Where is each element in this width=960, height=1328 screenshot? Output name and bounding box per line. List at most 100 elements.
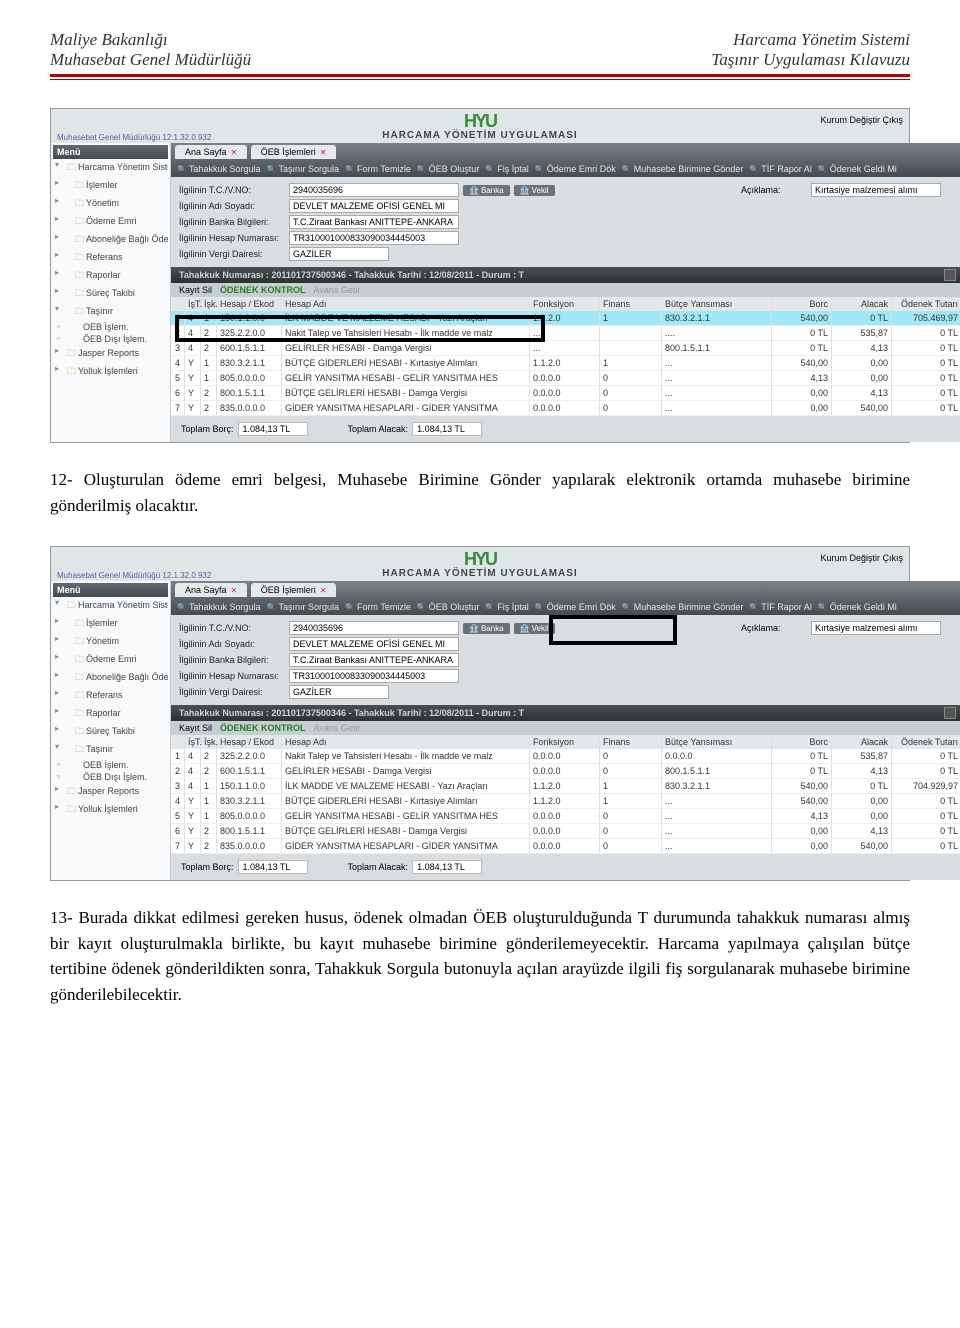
tree-item[interactable]: İşlemler (53, 177, 168, 195)
table-row[interactable]: 142325.2.2.0.0Nakit Talep ve Tahsisleri … (171, 749, 960, 764)
column-header (171, 735, 185, 749)
tree-item[interactable]: Jasper Reports (53, 783, 168, 801)
tab-home[interactable]: Ana Sayfa✕ (175, 583, 247, 597)
table-row[interactable]: 6Y2800.1.5.1.1BÜTÇE GELİRLERİ HESABI - D… (171, 824, 960, 839)
vd-label: İlgilinin Vergi Dairesi: (179, 249, 289, 259)
toolbar-button[interactable]: Fiş İptal (485, 164, 528, 174)
tree-item[interactable]: Taşınır (53, 741, 168, 759)
toolbar-button[interactable]: Ödeme Emri Dök (535, 602, 616, 612)
column-header: Alacak (832, 735, 892, 749)
toolbar-button[interactable]: Muhasebe Birimine Gönder (622, 602, 744, 612)
tree-item[interactable]: Harcama Yönetim Sister (53, 597, 168, 615)
aciklama-input[interactable] (811, 621, 941, 635)
close-icon[interactable]: ✕ (231, 148, 238, 157)
table-row[interactable]: 5Y1805.0.0.0.0GELİR YANSITMA HESABI - GE… (171, 809, 960, 824)
tab-oeb[interactable]: ÖEB İşlemleri✕ (251, 583, 337, 597)
toolbar-button[interactable]: Ödeme Emri Dök (535, 164, 616, 174)
tc-input[interactable] (289, 621, 459, 635)
toolbar-button[interactable]: Muhasebe Birimine Gönder (622, 164, 744, 174)
tree-item[interactable]: Harcama Yönetim Sister (53, 159, 168, 177)
ad-input[interactable] (289, 199, 459, 213)
toolbar-button[interactable]: TİF Rapor Al (749, 602, 811, 612)
vekil-button[interactable]: Vekil (514, 623, 555, 634)
hn-input[interactable] (289, 231, 459, 245)
toolbar-button[interactable]: Form Temizle (345, 602, 411, 612)
collapse-icon[interactable] (944, 269, 956, 281)
tree-item[interactable]: Yönetim (53, 633, 168, 651)
odenek-kontrol-button[interactable]: ÖDENEK KONTROL (220, 285, 306, 295)
tree-item[interactable]: Süreç Takibi (53, 723, 168, 741)
table-row[interactable]: 141150.1.1.0.0İLK MADDE VE MALZEME HESAB… (171, 311, 960, 326)
tree-item[interactable]: İşlemler (53, 615, 168, 633)
tree-item[interactable]: Yolluk İşlemleri (53, 363, 168, 381)
tree-item[interactable]: Yönetim (53, 195, 168, 213)
avans-getir-button[interactable]: Avans Getir (314, 723, 361, 733)
odenek-kontrol-button[interactable]: ÖDENEK KONTROL (220, 723, 306, 733)
logout-button[interactable]: Çıkış (882, 553, 903, 563)
tree-item[interactable]: OEB İşlem. (53, 321, 168, 333)
change-institution-button[interactable]: Kurum Değiştir (820, 553, 880, 563)
tree-item[interactable]: Jasper Reports (53, 345, 168, 363)
table-row[interactable]: 4Y1830.3.2.1.1BÜTÇE GİDERLERİ HESABI - K… (171, 794, 960, 809)
tree-item[interactable]: Taşınır (53, 303, 168, 321)
table-row[interactable]: 341150.1.1.0.0İLK MADDE VE MALZEME HESAB… (171, 779, 960, 794)
avans-getir-button[interactable]: Avans Getir (314, 285, 361, 295)
toolbar-button[interactable]: Ödenek Geldi Mi (818, 602, 897, 612)
table-row[interactable]: 7Y2835.0.0.0.0GİDER YANSITMA HESAPLARI -… (171, 839, 960, 854)
vekil-button[interactable]: Vekil (514, 185, 555, 196)
vd-input[interactable] (289, 685, 389, 699)
column-header: Fonksiyon (530, 735, 600, 749)
vd-input[interactable] (289, 247, 389, 261)
hn-input[interactable] (289, 669, 459, 683)
toolbar-button[interactable]: Ödenek Geldi Mi (818, 164, 897, 174)
close-icon[interactable]: ✕ (231, 586, 238, 595)
tree-item[interactable]: Ödeme Emri (53, 651, 168, 669)
table-row[interactable]: 5Y1805.0.0.0.0GELİR YANSITMA HESABI - GE… (171, 371, 960, 386)
total-alacak-label: Toplam Alacak: (348, 424, 409, 434)
toolbar-button[interactable]: Tahakkuk Sorgula (177, 164, 261, 174)
change-institution-button[interactable]: Kurum Değiştir (820, 115, 880, 125)
ad-input[interactable] (289, 637, 459, 651)
table-row[interactable]: 6Y2800.1.5.1.1BÜTÇE GELİRLERİ HESABI - D… (171, 386, 960, 401)
tree-item[interactable]: Aboneliğe Bağlı Öder (53, 231, 168, 249)
toolbar-button[interactable]: Tahakkuk Sorgula (177, 602, 261, 612)
tree-item[interactable]: Ödeme Emri (53, 213, 168, 231)
toolbar-button[interactable]: TİF Rapor Al (749, 164, 811, 174)
table-row[interactable]: 7Y2835.0.0.0.0GİDER YANSITMA HESAPLARI -… (171, 401, 960, 416)
tree-item[interactable]: Yolluk İşlemleri (53, 801, 168, 819)
tab-row: Ana Sayfa✕ ÖEB İşlemleri✕ (171, 143, 960, 161)
banka-button[interactable]: Banka (463, 185, 510, 196)
tab-home[interactable]: Ana Sayfa✕ (175, 145, 247, 159)
logout-button[interactable]: Çıkış (882, 115, 903, 125)
toolbar-button[interactable]: ÖEB Oluştur (417, 602, 479, 612)
close-icon[interactable]: ✕ (320, 148, 327, 157)
toolbar-button[interactable]: Form Temizle (345, 164, 411, 174)
toolbar-button[interactable]: Fiş İptal (485, 602, 528, 612)
tc-input[interactable] (289, 183, 459, 197)
tree-item[interactable]: Referans (53, 249, 168, 267)
toolbar-button[interactable]: Taşınır Sorgula (267, 602, 340, 612)
aciklama-input[interactable] (811, 183, 941, 197)
table-row[interactable]: 242600.1.5.1.1GELİRLER HESABI - Damga Ve… (171, 764, 960, 779)
bb-input[interactable] (289, 653, 459, 667)
tree-item[interactable]: ÖEB Dışı İşlem. (53, 771, 168, 783)
bb-input[interactable] (289, 215, 459, 229)
toolbar-button[interactable]: Taşınır Sorgula (267, 164, 340, 174)
table-row[interactable]: 242325.2.2.0.0Nakit Talep ve Tahsisleri … (171, 326, 960, 341)
tree-item[interactable]: Raporlar (53, 705, 168, 723)
tree-item[interactable]: Aboneliğe Bağlı Öder (53, 669, 168, 687)
tree-item[interactable]: Referans (53, 687, 168, 705)
tree-item[interactable]: Raporlar (53, 267, 168, 285)
tree-item[interactable]: ÖEB Dışı İşlem. (53, 333, 168, 345)
table-row[interactable]: 342600.1.5.1.1GELİRLER HESABI - Damga Ve… (171, 341, 960, 356)
banka-button[interactable]: Banka (463, 623, 510, 634)
delete-record-button[interactable]: Kayıt Sil (179, 285, 212, 295)
tree-item[interactable]: OEB İşlem. (53, 759, 168, 771)
close-icon[interactable]: ✕ (320, 586, 327, 595)
collapse-icon[interactable] (944, 707, 956, 719)
toolbar-button[interactable]: ÖEB Oluştur (417, 164, 479, 174)
tree-item[interactable]: Süreç Takibi (53, 285, 168, 303)
tab-oeb[interactable]: ÖEB İşlemleri✕ (251, 145, 337, 159)
table-row[interactable]: 4Y1830.3.2.1.1BÜTÇE GİDERLERİ HESABI - K… (171, 356, 960, 371)
delete-record-button[interactable]: Kayıt Sil (179, 723, 212, 733)
